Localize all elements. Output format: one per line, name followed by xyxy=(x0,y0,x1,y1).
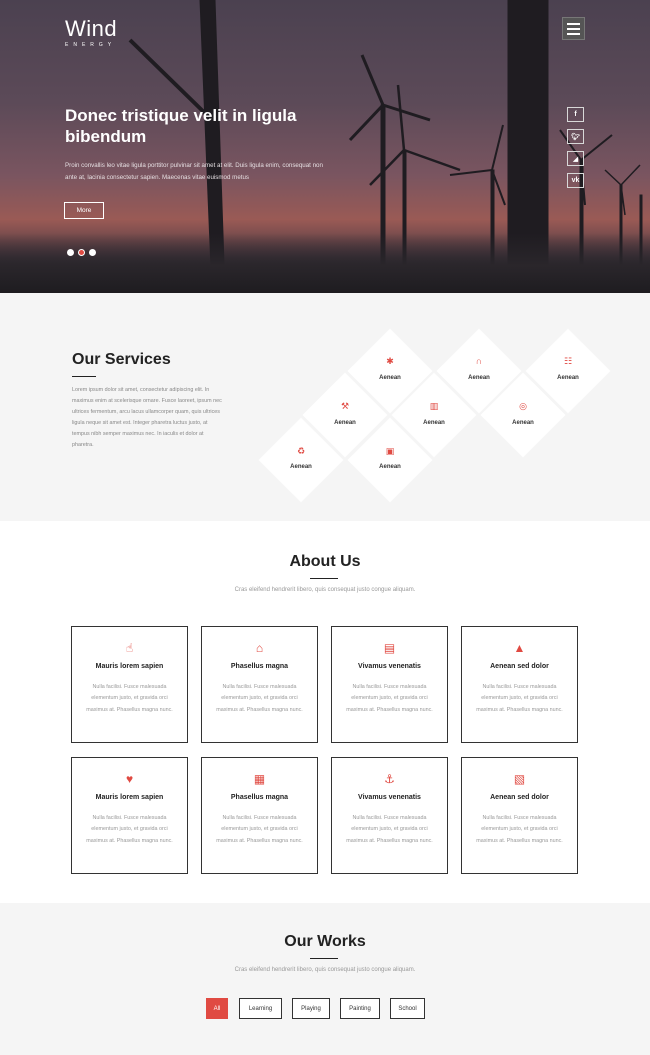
recycle-icon: ♻ xyxy=(296,446,306,456)
facebook-icon[interactable]: f xyxy=(567,107,584,122)
service-tile-label[interactable]: Aenean xyxy=(360,464,420,470)
feature-card-text: Nulla facilisi. Fusce malesuada elementu… xyxy=(346,815,433,844)
feature-card-title: Mauris lorem sapien xyxy=(95,794,164,801)
service-tile-label[interactable]: Aenean xyxy=(538,375,598,381)
slider-dot-3[interactable] xyxy=(89,249,96,256)
bank-icon: ⌂ xyxy=(255,641,264,655)
feature-card-text: Nulla facilisi. Fusce malesuada elementu… xyxy=(346,684,433,713)
hero-text: Proin convallis leo vitae ligula porttit… xyxy=(65,162,323,181)
works-section: Our Works Cras eleifend hendrerit libero… xyxy=(0,903,650,1055)
feature-card[interactable]: ▲ Aenean sed dolor Nulla facilisi. Fusce… xyxy=(461,626,578,743)
about-title-underline xyxy=(310,578,338,579)
feature-card[interactable]: ⚓ Vivamus venenatis Nulla facilisi. Fusc… xyxy=(331,757,448,874)
service-tile-label[interactable]: Aenean xyxy=(360,375,420,381)
gavel-icon: ⚒ xyxy=(340,401,350,411)
feature-card-title: Mauris lorem sapien xyxy=(95,663,164,670)
feature-card-title: Phasellus magna xyxy=(230,794,289,801)
feature-card[interactable]: ☝ Mauris lorem sapien Nulla facilisi. Fu… xyxy=(71,626,188,743)
hamburger-icon-bar xyxy=(567,32,580,35)
social-links: f 🐦︎ ◢ vk xyxy=(567,107,584,188)
service-tile-label[interactable]: Aenean xyxy=(449,375,509,381)
gift-icon: ▦ xyxy=(253,772,266,786)
slider-dot-1[interactable] xyxy=(67,249,74,256)
about-section: About Us Cras eleifend hendrerit libero,… xyxy=(0,521,650,903)
landscape-silhouette xyxy=(0,233,650,293)
feature-card[interactable]: ▧ Aenean sed dolor Nulla facilisi. Fusce… xyxy=(461,757,578,874)
money-icon: ▣ xyxy=(385,446,395,456)
slider-dot-2[interactable] xyxy=(78,249,85,256)
brand-name: Wind xyxy=(65,16,118,41)
feature-card-title: Phasellus magna xyxy=(230,663,289,670)
feature-card-text: Nulla facilisi. Fusce malesuada elementu… xyxy=(476,815,563,844)
filter-playing[interactable]: Playing xyxy=(292,998,330,1019)
rss-icon[interactable]: ◢ xyxy=(567,151,584,166)
hero-title: Donec tristique velit in ligula bibendum xyxy=(65,106,297,146)
works-title: Our Works xyxy=(284,933,366,950)
life-ring-icon: ◎ xyxy=(519,401,527,411)
anchor-icon: ⚓ xyxy=(384,772,395,786)
works-subtitle: Cras eleifend hendrerit libero, quis con… xyxy=(234,967,416,973)
more-button[interactable]: More xyxy=(64,202,104,219)
feature-card-text: Nulla facilisi. Fusce malesuada elementu… xyxy=(86,684,173,713)
asterisk-icon: ✱ xyxy=(386,356,394,366)
feature-card-title: Vivamus venenatis xyxy=(358,794,421,801)
hamburger-icon xyxy=(567,22,580,25)
feature-card[interactable]: ♥ Mauris lorem sapien Nulla facilisi. Fu… xyxy=(71,757,188,874)
service-tile-label[interactable]: Aenean xyxy=(315,420,375,426)
filter-painting[interactable]: Painting xyxy=(340,998,380,1019)
filter-all[interactable]: All xyxy=(206,998,228,1019)
services-title: Our Services xyxy=(72,351,171,368)
feature-card-text: Nulla facilisi. Fusce malesuada elementu… xyxy=(86,815,173,844)
feature-card[interactable]: ▦ Phasellus magna Nulla facilisi. Fusce … xyxy=(201,757,318,874)
service-tile-label[interactable]: Aenean xyxy=(271,464,331,470)
feature-card-title: Vivamus venenatis xyxy=(358,663,421,670)
hamburger-icon-bar xyxy=(567,27,580,30)
twitter-icon[interactable]: 🐦︎ xyxy=(567,129,584,144)
menu-toggle-button[interactable] xyxy=(562,17,585,40)
about-title: About Us xyxy=(289,553,361,570)
services-section: Our Services Lorem ipsum dolor sit amet,… xyxy=(0,293,650,521)
thumbs-up-icon: ☝ xyxy=(125,641,134,655)
vk-icon[interactable]: vk xyxy=(567,173,584,188)
slider-dots xyxy=(67,249,96,256)
briefcase-icon: ▤ xyxy=(383,641,396,655)
hero-slider: Wind ENERGY Donec tristique velit in lig… xyxy=(0,0,650,293)
feature-card[interactable]: ⌂ Phasellus magna Nulla facilisi. Fusce … xyxy=(201,626,318,743)
service-tile-label[interactable]: Aenean xyxy=(493,420,553,426)
filter-school[interactable]: School xyxy=(390,998,425,1019)
feature-card-text: Nulla facilisi. Fusce malesuada elementu… xyxy=(476,684,563,713)
feature-card-text: Nulla facilisi. Fusce malesuada elementu… xyxy=(216,815,303,844)
services-text: Lorem ipsum dolor sit amet, consectetur … xyxy=(72,387,222,448)
heart-icon: ♥ xyxy=(125,772,134,786)
filter-learning[interactable]: Learning xyxy=(239,998,282,1019)
feature-card-title: Aenean sed dolor xyxy=(490,663,549,670)
brand-tagline: ENERGY xyxy=(65,42,117,48)
service-tile-label[interactable]: Aenean xyxy=(404,420,464,426)
magnet-icon: ∩ xyxy=(475,356,483,366)
services-title-underline xyxy=(72,376,96,377)
archive-icon: ▧ xyxy=(513,772,526,786)
brand-logo[interactable]: Wind ENERGY xyxy=(65,16,118,49)
feature-card-title: Aenean sed dolor xyxy=(490,794,549,801)
works-title-underline xyxy=(310,958,338,959)
map-icon: ▥ xyxy=(429,401,439,411)
about-subtitle: Cras eleifend hendrerit libero, quis con… xyxy=(234,587,416,593)
sitemap-icon: ☷ xyxy=(563,356,573,366)
feature-card-text: Nulla facilisi. Fusce malesuada elementu… xyxy=(216,684,303,713)
feature-card[interactable]: ▤ Vivamus venenatis Nulla facilisi. Fusc… xyxy=(331,626,448,743)
road-icon: ▲ xyxy=(513,641,526,655)
